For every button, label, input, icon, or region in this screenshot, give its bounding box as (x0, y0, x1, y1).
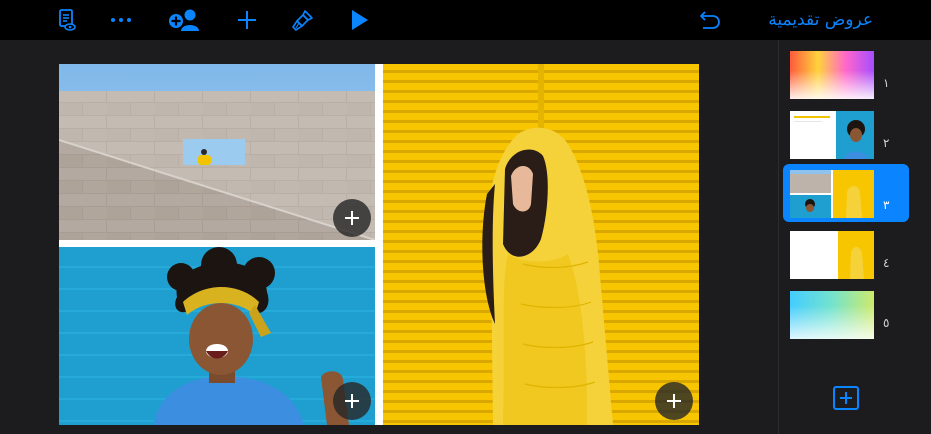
photo-placeholder-woman-yellow[interactable] (383, 64, 699, 425)
wall-photo (59, 64, 375, 240)
add-slide-button[interactable] (833, 386, 859, 410)
collaborate-icon (167, 9, 199, 31)
slide-thumbnail-1[interactable]: ١ (783, 46, 909, 100)
thumbnail-image (790, 51, 874, 99)
slide-thumbnail-3[interactable]: ٣ (783, 164, 909, 222)
slide-thumbnail-4[interactable]: ٤ (783, 226, 909, 280)
thumbnail-image (790, 291, 874, 339)
plus-icon (345, 394, 359, 408)
slide-number: ٣ (883, 198, 890, 212)
add-photo-button[interactable] (333, 382, 371, 420)
slide-navigator: ١ ٢ ٣ ٤ ٥ (779, 40, 931, 434)
more-icon (111, 18, 131, 22)
format-button[interactable] (288, 0, 318, 40)
current-slide[interactable] (59, 64, 699, 425)
add-photo-button[interactable] (655, 382, 693, 420)
slide-thumbnail-2[interactable]: ٢ (783, 106, 909, 160)
add-button[interactable] (232, 0, 262, 40)
format-brush-icon (292, 10, 313, 31)
slide-number: ٢ (883, 136, 890, 150)
woman-blue-photo (59, 247, 375, 425)
collaborate-button[interactable] (164, 0, 204, 40)
plus-icon (667, 394, 681, 408)
add-photo-button[interactable] (333, 199, 371, 237)
slide-canvas (0, 40, 778, 434)
play-button[interactable] (344, 0, 374, 40)
thumbnail-image (790, 231, 874, 279)
thumbnail-image (790, 111, 874, 159)
play-icon (352, 10, 368, 30)
slide-notes-button[interactable] (52, 0, 82, 40)
slide-thumbnail-5[interactable]: ٥ (783, 286, 909, 340)
slide-number: ٤ (883, 256, 890, 270)
slide-number: ١ (883, 76, 890, 90)
toolbar: عروض تقديمية (0, 0, 931, 40)
woman-yellow-photo (383, 64, 699, 425)
photo-placeholder-wall[interactable] (59, 64, 375, 240)
more-button[interactable] (106, 0, 136, 40)
plus-icon (345, 211, 359, 225)
slide-number: ٥ (883, 316, 890, 330)
undo-button[interactable] (694, 0, 724, 40)
slide-notes-icon (59, 9, 76, 31)
thumbnail-image (790, 170, 874, 218)
undo-icon (700, 11, 720, 29)
add-slide-icon (833, 386, 859, 410)
add-icon (238, 11, 256, 29)
photo-placeholder-woman-blue[interactable] (59, 247, 375, 425)
document-title[interactable]: عروض تقديمية (768, 0, 873, 40)
